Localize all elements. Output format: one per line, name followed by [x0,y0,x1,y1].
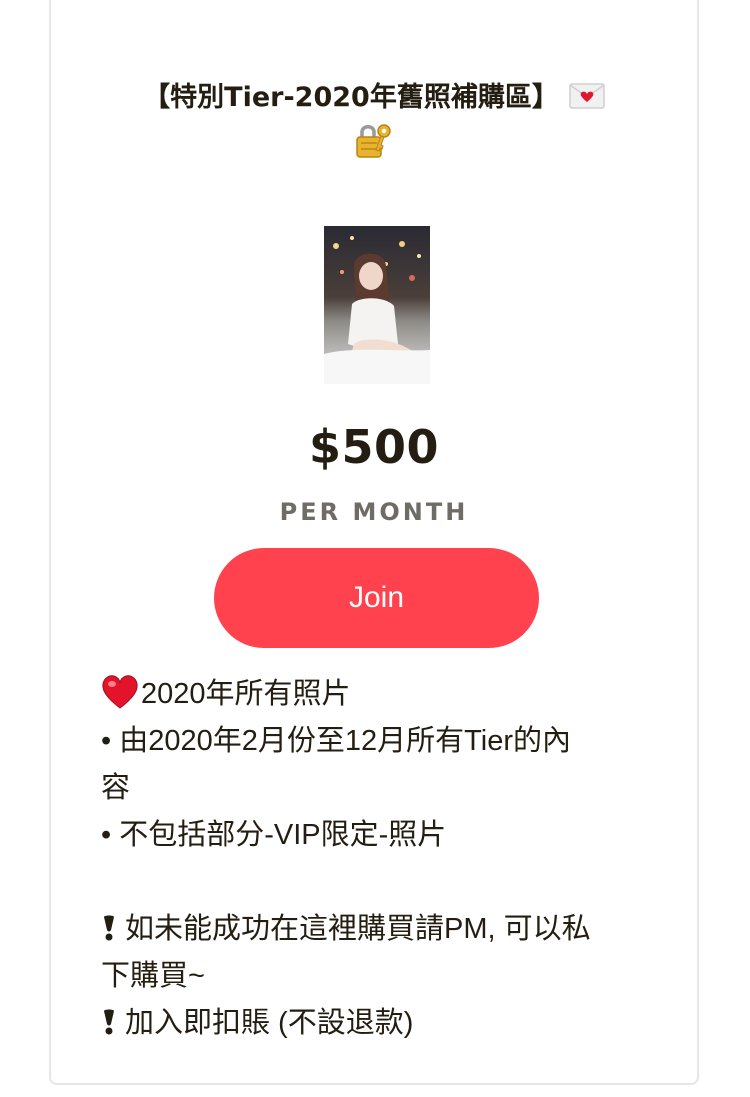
description-spacer [101,859,661,906]
tier-preview-image [324,226,430,384]
description-line: 容 [101,772,131,804]
tier-price: $500 [308,420,440,474]
tier-period: PER MONTH [279,498,469,526]
envelope-heart-icon [569,79,605,109]
tier-title-text: 【特別Tier-2020年舊照補購區】 [143,82,559,113]
tier-card: 【特別Tier-2020年舊照補購區】 $500 PER MONTH Join … [49,0,699,1085]
tier-title: 【特別Tier-2020年舊照補購區】 [51,76,697,168]
description-line: 如未能成功在這裡購買請PM, 可以私 [101,906,661,953]
red-heart-icon [101,674,139,710]
description-line: • 由2020年2月份至12月所有Tier的內 [101,725,571,757]
description-line: 加入即扣賬 (不設退款) [101,1000,661,1047]
tier-description: 2020年所有照片 • 由2020年2月份至12月所有Tier的內 容 • 不包… [101,671,661,1047]
description-line: • 不包括部分-VIP限定-照片 [101,819,447,851]
description-line: 2020年所有照片 [101,671,661,718]
double-exclamation-icon [101,909,117,941]
lock-key-icon [354,120,394,160]
double-exclamation-icon [101,1003,117,1035]
description-line: 下購買~ [101,960,205,992]
join-button[interactable]: Join [214,548,539,648]
